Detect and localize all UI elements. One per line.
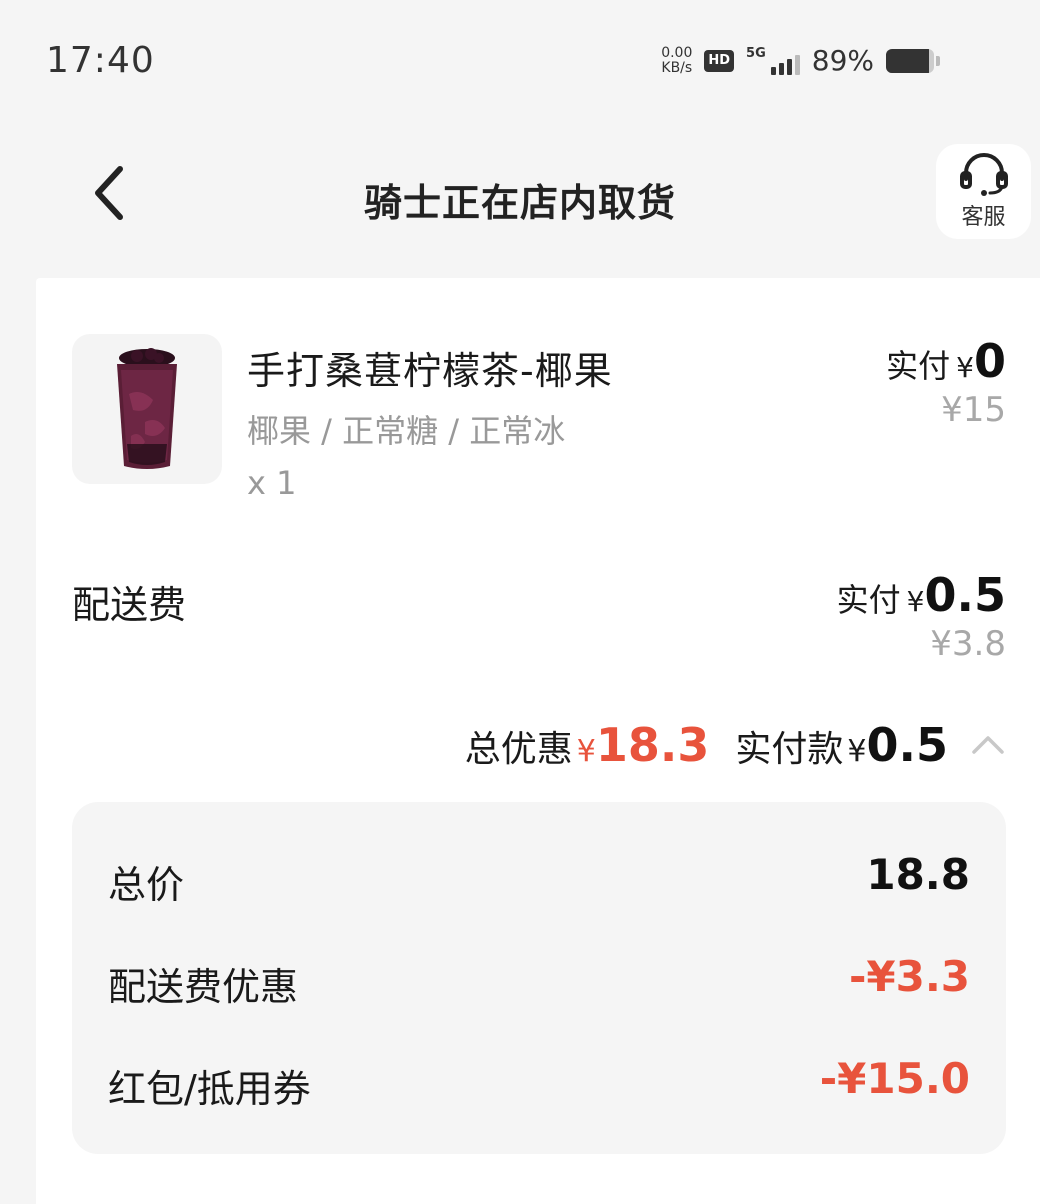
breakdown-row-total: 总价 18.8 [108, 850, 970, 910]
breakdown-value: 18.8 [866, 850, 970, 899]
delivery-fee-row: 配送费 实付 ¥ 0.5 ¥3.8 [72, 568, 1006, 668]
product-paid-line: 实付 ¥ 0 [886, 334, 1006, 388]
product-currency: ¥ [956, 351, 974, 384]
status-bar: 17:40 0.00 KB/s HD 5G 89% [0, 0, 1040, 120]
product-paid-amount: 0 [973, 334, 1006, 388]
network-speed: 0.00 KB/s [661, 44, 693, 76]
network-speed-unit: KB/s [661, 59, 693, 76]
breakdown-row-delivery-discount: 配送费优惠 -¥3.3 [108, 952, 970, 1012]
product-item[interactable]: 手打桑葚柠檬茶-椰果 椰果 / 正常糖 / 正常冰 x 1 实付 ¥ 0 ¥15 [72, 334, 1006, 502]
nav-bar: 骑士正在店内取货 客服 [0, 140, 1040, 250]
product-quantity: x 1 [247, 464, 297, 502]
order-detail-card: 手打桑葚柠檬茶-椰果 椰果 / 正常糖 / 正常冰 x 1 实付 ¥ 0 ¥15… [36, 278, 1040, 1204]
status-indicators: 0.00 KB/s HD 5G 89% [661, 44, 940, 77]
page-title: 骑士正在店内取货 [363, 181, 676, 225]
actual-pay-amount: 0.5 [866, 718, 949, 772]
network-type: 5G [746, 45, 766, 61]
actual-pay-label: 实付款 [735, 729, 844, 770]
breakdown-value: -¥15.0 [819, 1054, 970, 1103]
chevron-up-icon[interactable] [970, 734, 1006, 756]
battery-icon [886, 48, 934, 73]
drink-cup-icon [117, 348, 177, 469]
delivery-paid-label: 实付 [836, 581, 901, 619]
delivery-paid-amount: 0.5 [924, 568, 1007, 622]
actual-pay-currency: ¥ [847, 734, 867, 769]
delivery-fee-price: 实付 ¥ 0.5 ¥3.8 [837, 568, 1006, 664]
headset-icon [959, 152, 1008, 196]
customer-service-label: 客服 [961, 204, 1006, 230]
total-discount-label: 总优惠 [464, 729, 573, 770]
breakdown-row-coupon: 红包/抵用券 -¥15.0 [108, 1054, 970, 1114]
product-image [72, 334, 222, 484]
delivery-currency: ¥ [906, 585, 925, 618]
delivery-fee-label: 配送费 [72, 583, 187, 627]
product-paid-label: 实付 [886, 347, 951, 385]
customer-service-button[interactable]: 客服 [936, 144, 1031, 239]
battery-tip [936, 55, 940, 66]
delivery-original-price: ¥3.8 [930, 624, 1006, 664]
hd-badge: HD [704, 49, 735, 72]
breakdown-label: 红包/抵用券 [108, 1067, 311, 1111]
network-speed-value: 0.00 [661, 44, 693, 61]
total-discount-amount: 18.3 [595, 718, 710, 772]
breakdown-value: -¥3.3 [848, 952, 970, 1001]
price-breakdown-panel: 总价 18.8 配送费优惠 -¥3.3 红包/抵用券 -¥15.0 [72, 802, 1006, 1154]
battery-percent: 89% [811, 44, 874, 77]
payment-summary[interactable]: 总优惠 ¥ 18.3 实付款 ¥ 0.5 [465, 718, 1006, 772]
total-discount-currency: ¥ [576, 734, 596, 769]
signal-icon: 5G [746, 45, 800, 75]
delivery-paid-line: 实付 ¥ 0.5 [837, 568, 1006, 622]
product-original-price: ¥15 [941, 390, 1006, 430]
product-spec: 椰果 / 正常糖 / 正常冰 [247, 412, 566, 450]
status-time: 17:40 [46, 40, 155, 81]
breakdown-label: 配送费优惠 [108, 965, 299, 1009]
breakdown-label: 总价 [108, 863, 185, 907]
product-price: 实付 ¥ 0 ¥15 [886, 334, 1006, 430]
product-name: 手打桑葚柠檬茶-椰果 [247, 349, 613, 393]
